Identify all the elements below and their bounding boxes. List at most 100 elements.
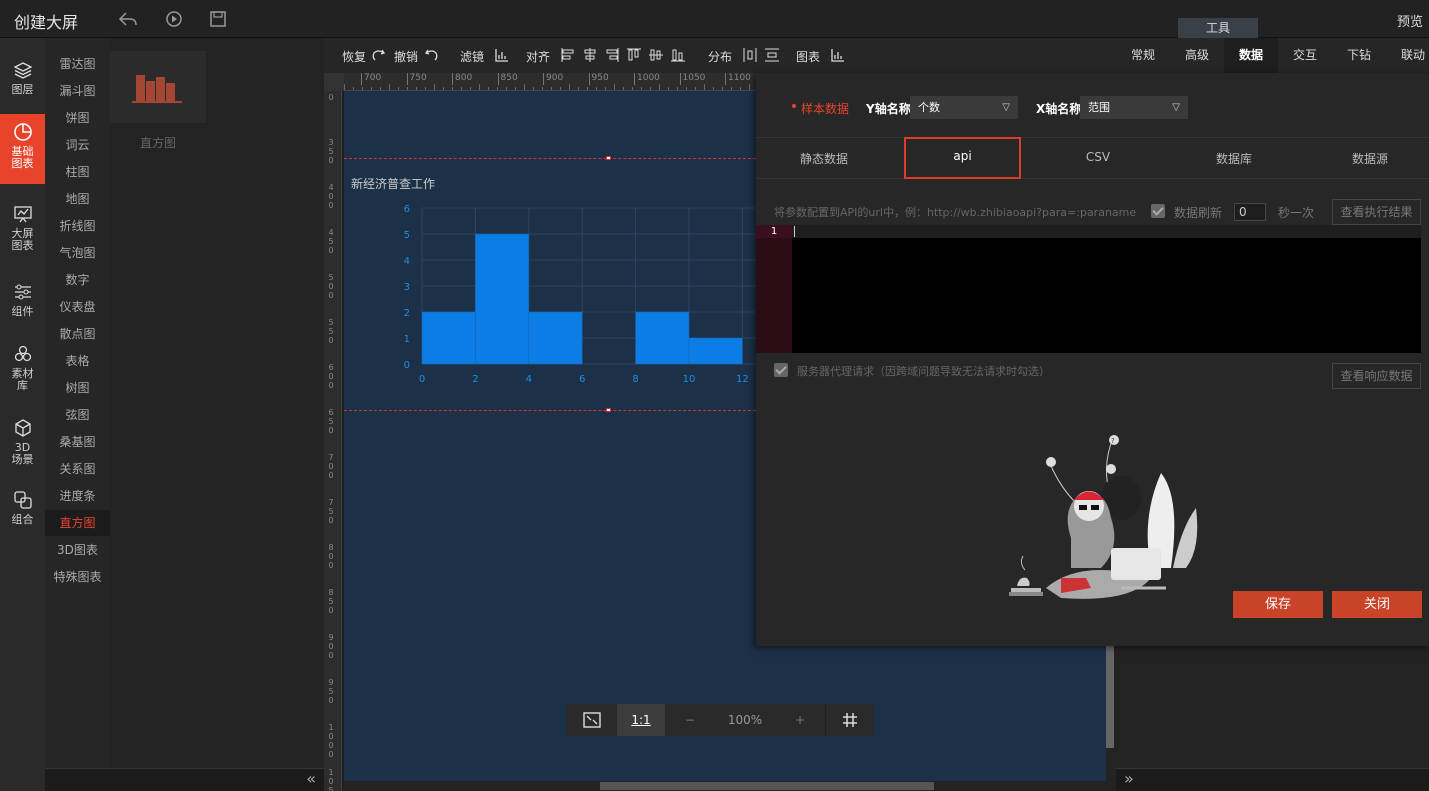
align-bottom-icon[interactable] [670, 47, 686, 63]
align-middle-icon[interactable] [648, 47, 664, 63]
category-item[interactable]: 关系图 [45, 456, 110, 482]
rail-item-3[interactable]: 组件 [0, 274, 45, 328]
refresh-checkbox[interactable] [1151, 204, 1165, 218]
histogram-bar [528, 311, 583, 365]
category-item[interactable]: 散点图 [45, 321, 110, 347]
ruler-digit: 4 [328, 183, 334, 192]
category-item[interactable]: 雷达图 [45, 51, 110, 77]
category-item[interactable]: 桑基图 [45, 429, 110, 455]
undo-icon[interactable] [424, 47, 440, 63]
code-editor[interactable] [756, 225, 1421, 353]
category-item[interactable]: 气泡图 [45, 240, 110, 266]
align-top-icon[interactable] [626, 47, 642, 63]
category-item[interactable]: 漏斗图 [45, 78, 110, 104]
x-tick-label: 2 [472, 374, 478, 385]
save-button[interactable]: 保存 [1233, 591, 1323, 618]
presentation-chart-icon [13, 206, 32, 223]
zoom-out-button[interactable]: − [665, 704, 715, 736]
rail-label: 图表 [11, 239, 34, 252]
distribute-h-icon[interactable] [742, 47, 758, 63]
zoom-in-button[interactable]: + [775, 704, 825, 736]
rail-item-4[interactable]: 素材库 [0, 336, 45, 402]
hexagons-icon [14, 345, 31, 362]
align-left-icon[interactable] [560, 47, 576, 63]
view-exec-result-button[interactable]: 查看执行结果 [1332, 199, 1421, 225]
tab-static-data[interactable]: 静态数据 [764, 150, 884, 167]
x-axis-select[interactable]: 范围 ▽ [1080, 96, 1188, 119]
tab-1[interactable]: 高级 [1170, 38, 1224, 73]
undo-button[interactable]: 撤销 [394, 48, 418, 65]
y-axis-select[interactable]: 个数 ▽ [910, 96, 1018, 119]
chart-icon[interactable] [830, 47, 846, 63]
resize-handle-top[interactable] [606, 156, 611, 160]
preview-button[interactable]: 预览 [1397, 11, 1423, 30]
category-item[interactable]: 弦图 [45, 402, 110, 428]
filter-chart-icon[interactable] [494, 47, 510, 63]
histogram-chart[interactable]: 01234560 2 4 6 8 10 12 [344, 196, 756, 396]
filter-button[interactable]: 滤镜 [460, 48, 484, 65]
align-right-icon[interactable] [604, 47, 620, 63]
chart-button[interactable]: 图表 [796, 48, 820, 65]
ruler-tick [740, 87, 741, 90]
vertical-scroll-thumb[interactable] [1106, 640, 1114, 748]
category-item[interactable]: 特殊图表 [45, 564, 110, 590]
ratio-one-button[interactable]: 1:1 [617, 704, 665, 736]
tab-3[interactable]: 交互 [1278, 38, 1332, 73]
illustration-image: ? [1009, 435, 1198, 599]
category-item[interactable]: 树图 [45, 375, 110, 401]
guide-line-top[interactable] [344, 158, 756, 159]
ruler-tick-label: 1000 [634, 73, 660, 85]
category-item[interactable]: 数字 [45, 267, 110, 293]
left-rail: 图层 基础 图表大屏 图表组件素材库 3D 场景 组合 [0, 38, 45, 791]
ruler-tick-label: 850 [327, 588, 335, 615]
category-item[interactable]: 仪表盘 [45, 294, 110, 320]
collapse-left-icon[interactable]: « [306, 769, 316, 788]
save-icon[interactable] [208, 9, 228, 29]
category-item[interactable]: 饼图 [45, 105, 110, 131]
layers-icon [13, 62, 32, 79]
view-response-button[interactable]: 查看响应数据 [1332, 363, 1421, 389]
redo-button[interactable]: 恢复 [342, 48, 366, 65]
category-item[interactable]: 词云 [45, 132, 110, 158]
tools-tab[interactable]: 工具 [1178, 18, 1258, 38]
fit-screen-button[interactable] [567, 704, 617, 736]
category-item[interactable]: 3D图表 [45, 537, 110, 563]
horizontal-scroll-thumb[interactable] [600, 782, 934, 790]
guide-line-bottom[interactable] [344, 410, 756, 411]
redo-icon[interactable] [370, 47, 386, 63]
tab-api[interactable]: api [904, 149, 1021, 163]
rail-item-1[interactable]: 基础 图表 [0, 114, 45, 184]
distribute-button[interactable]: 分布 [708, 48, 732, 65]
distribute-v-icon[interactable] [764, 47, 780, 63]
category-item[interactable]: 柱图 [45, 159, 110, 185]
category-item[interactable]: 折线图 [45, 213, 110, 239]
align-button[interactable]: 对齐 [526, 48, 550, 65]
refresh-interval-input[interactable]: 0 [1234, 203, 1266, 221]
rail-item-5[interactable]: 3D 场景 [0, 410, 45, 478]
rail-item-2[interactable]: 大屏 图表 [0, 196, 45, 266]
align-center-h-icon[interactable] [582, 47, 598, 63]
grid-toggle-button[interactable] [825, 704, 873, 736]
tab-database[interactable]: 数据库 [1174, 150, 1294, 167]
category-item[interactable]: 表格 [45, 348, 110, 374]
back-icon[interactable] [118, 9, 138, 29]
resize-handle-bottom[interactable] [606, 408, 611, 412]
tab-csv[interactable]: CSV [1038, 150, 1158, 164]
tab-datasource[interactable]: 数据源 [1310, 150, 1429, 167]
proxy-checkbox[interactable] [774, 363, 788, 377]
ruler-tick [488, 87, 489, 90]
collapse-right-icon[interactable]: » [1124, 769, 1134, 788]
tab-2[interactable]: 数据 [1224, 38, 1278, 73]
ruler-tick [533, 87, 534, 90]
tab-5[interactable]: 联动 [1386, 38, 1429, 73]
play-icon[interactable] [164, 9, 184, 29]
rail-item-0[interactable]: 图层 [0, 52, 45, 112]
tab-4[interactable]: 下钻 [1332, 38, 1386, 73]
category-item[interactable]: 进度条 [45, 483, 110, 509]
tab-0[interactable]: 常规 [1116, 38, 1170, 73]
close-button[interactable]: 关闭 [1332, 591, 1422, 618]
category-item[interactable]: 直方图 [45, 510, 110, 536]
histogram-thumbnail[interactable] [110, 51, 206, 123]
category-item[interactable]: 地图 [45, 186, 110, 212]
rail-item-6[interactable]: 组合 [0, 482, 45, 532]
